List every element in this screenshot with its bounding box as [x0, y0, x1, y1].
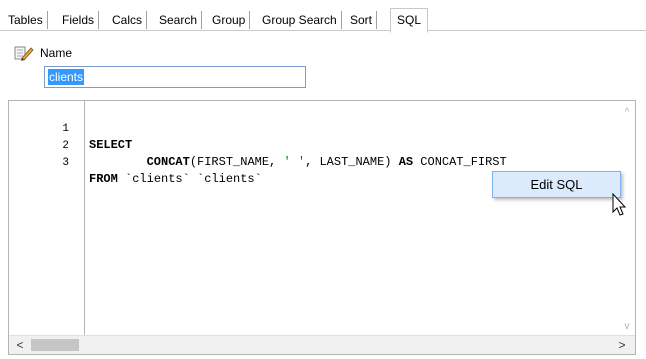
line-text: SELECT: [89, 138, 133, 152]
tab-sort[interactable]: Sort: [346, 11, 378, 29]
code-line: 1 SELECT: [9, 105, 132, 152]
name-input[interactable]: clients: [44, 66, 306, 88]
sql-editor[interactable]: 1 SELECT 2 CONCAT(FIRST_NAME, ' ', LAST_…: [8, 100, 636, 355]
line-text: CONCAT(FIRST_NAME, ' ', LAST_NAME) AS CO…: [146, 155, 507, 169]
mouse-cursor-icon: [612, 193, 627, 216]
tab-search[interactable]: Search: [155, 11, 203, 29]
edit-sql-menu-item[interactable]: Edit SQL: [492, 171, 621, 198]
code-line: 3 FROM `clients` `clients`: [9, 139, 261, 186]
scroll-thumb[interactable]: [31, 339, 79, 351]
scroll-left-icon[interactable]: <: [13, 338, 27, 352]
tab-divider: [0, 30, 646, 31]
scroll-up-icon[interactable]: ^: [621, 107, 633, 119]
line-number: 3: [62, 157, 69, 169]
horizontal-scrollbar[interactable]: < >: [9, 335, 635, 354]
name-input-value: clients: [48, 69, 85, 85]
tab-fields[interactable]: Fields: [58, 11, 100, 29]
scroll-right-icon[interactable]: >: [615, 338, 629, 352]
pencil-icon: [14, 46, 34, 61]
line-text: FROM `clients` `clients`: [89, 172, 262, 186]
tab-bar: Tables Fields Calcs Search Group Group S…: [0, 0, 646, 33]
scroll-down-icon[interactable]: v: [621, 321, 633, 333]
tab-group[interactable]: Group: [208, 11, 251, 29]
tab-calcs[interactable]: Calcs: [108, 11, 148, 29]
code-line: 2 CONCAT(FIRST_NAME, ' ', LAST_NAME) AS …: [9, 122, 506, 169]
name-label-row: Name: [14, 44, 72, 62]
tab-sql[interactable]: SQL: [390, 8, 429, 33]
name-label: Name: [40, 46, 73, 60]
tab-tables[interactable]: Tables: [4, 11, 48, 29]
tab-group-search[interactable]: Group Search: [258, 11, 342, 29]
